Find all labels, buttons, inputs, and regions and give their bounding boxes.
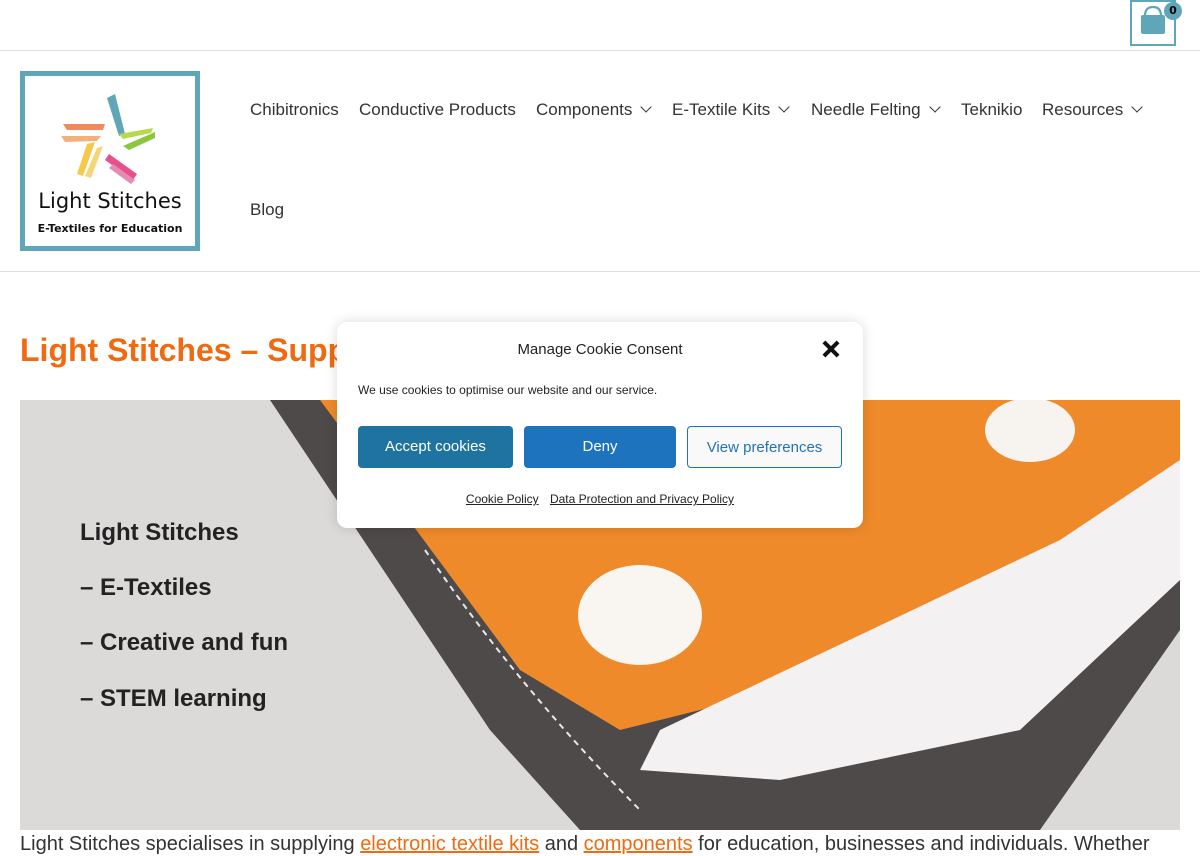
cookie-policy-links: Cookie Policy Data Protection and Privac… [337, 492, 863, 506]
chevron-down-icon [928, 101, 941, 113]
components-link[interactable]: components [584, 833, 693, 855]
hero-line-2: – E-Textiles [80, 574, 212, 601]
cookie-consent-dialog: Manage Cookie Consent We use cookies to … [337, 322, 863, 528]
site-logo[interactable]: Light Stitches E-Textiles for Education [20, 71, 200, 251]
electronic-textile-kits-link[interactable]: electronic textile kits [360, 833, 539, 855]
privacy-policy-link[interactable]: Data Protection and Privacy Policy [550, 492, 734, 506]
nav-item-conductive-products[interactable]: Conductive Products [359, 100, 516, 120]
hero-line-1: Light Stitches [80, 519, 239, 546]
intro-paragraph: Light Stitches specialises in supplying … [20, 833, 1150, 855]
nav-item-components[interactable]: Components [536, 100, 653, 120]
hero-line-4: – STEM learning [80, 685, 267, 712]
close-icon[interactable] [820, 338, 842, 360]
cart-count-badge: 0 [1164, 2, 1182, 20]
nav-item-e-textile-kits[interactable]: E-Textile Kits [672, 100, 790, 120]
nav-item-chibitronics[interactable]: Chibitronics [250, 100, 339, 120]
logo-name: Light Stitches [38, 189, 182, 213]
nav-item-blog[interactable]: Blog [250, 200, 284, 220]
cookie-dialog-title: Manage Cookie Consent [517, 341, 683, 358]
chevron-down-icon [778, 101, 790, 113]
top-bar: 0 [0, 0, 1200, 51]
deny-button[interactable]: Deny [524, 426, 676, 468]
chevron-down-icon [1131, 101, 1143, 113]
cookie-policy-link[interactable]: Cookie Policy [466, 492, 539, 506]
chevron-down-icon [640, 101, 653, 113]
site-header: Light Stitches E-Textiles for Education … [0, 51, 1200, 272]
star-logo-icon [61, 94, 155, 184]
hero-line-3: – Creative and fun [80, 629, 289, 656]
nav-item-needle-felting[interactable]: Needle Felting [811, 100, 941, 120]
accept-cookies-button[interactable]: Accept cookies [358, 426, 513, 468]
view-preferences-button[interactable]: View preferences [687, 426, 842, 468]
nav-item-resources[interactable]: Resources [1042, 100, 1143, 120]
nav-item-teknikio[interactable]: Teknikio [961, 100, 1022, 120]
page-title: Light Stitches – Supp [20, 332, 348, 368]
logo-tagline: E-Textiles for Education [37, 222, 183, 235]
cookie-message: We use cookies to optimise our website a… [358, 383, 658, 397]
